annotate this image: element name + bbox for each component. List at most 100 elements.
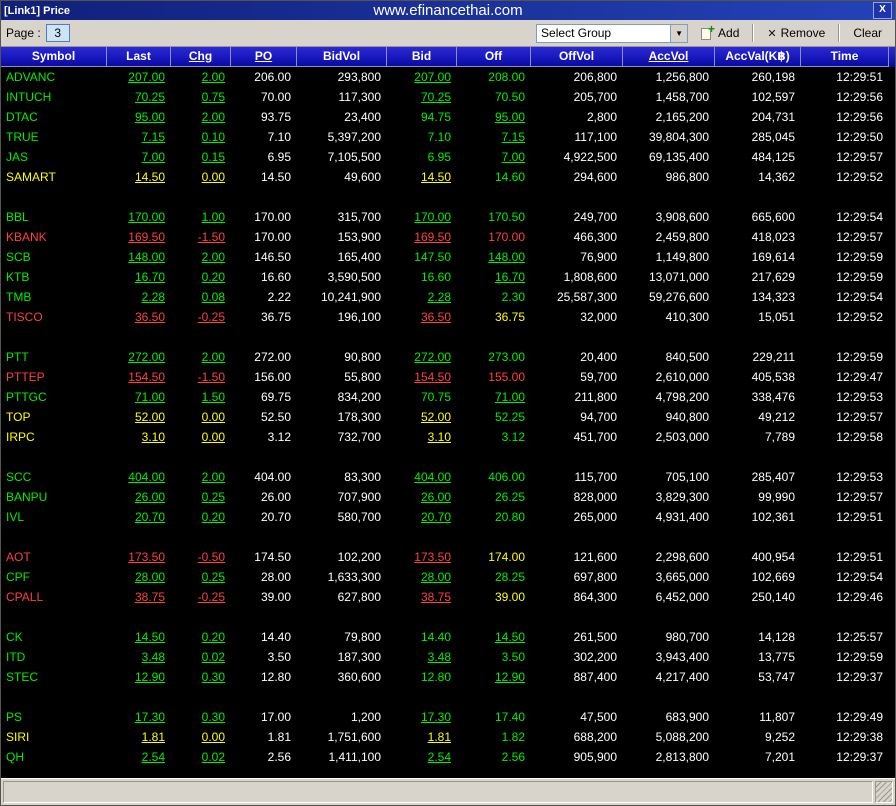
- cell-symbol[interactable]: DTAC: [1, 107, 107, 127]
- cell-last[interactable]: 169.50: [107, 227, 171, 247]
- page-number-input[interactable]: 3: [45, 24, 70, 42]
- resize-grip[interactable]: [875, 781, 893, 803]
- cell-symbol[interactable]: TMB: [1, 287, 107, 307]
- cell-off[interactable]: 36.75: [457, 307, 531, 327]
- cell-last[interactable]: 20.70: [107, 507, 171, 527]
- cell-off[interactable]: 14.50: [457, 627, 531, 647]
- cell-bid[interactable]: 170.00: [387, 207, 457, 227]
- cell-bid[interactable]: 14.40: [387, 627, 457, 647]
- cell-chg[interactable]: 0.00: [171, 427, 231, 447]
- cell-off[interactable]: 148.00: [457, 247, 531, 267]
- column-header-bidvol[interactable]: BidVol: [297, 47, 387, 67]
- cell-bid[interactable]: 12.80: [387, 667, 457, 687]
- cell-symbol[interactable]: SIRI: [1, 727, 107, 747]
- cell-bid[interactable]: 272.00: [387, 347, 457, 367]
- cell-bid[interactable]: 147.50: [387, 247, 457, 267]
- cell-symbol[interactable]: ADVANC: [1, 67, 107, 87]
- cell-symbol[interactable]: STEC: [1, 667, 107, 687]
- cell-last[interactable]: 148.00: [107, 247, 171, 267]
- cell-symbol[interactable]: ITD: [1, 647, 107, 667]
- chevron-down-icon[interactable]: ▼: [670, 24, 688, 42]
- add-button[interactable]: Add: [693, 22, 747, 44]
- column-header-po[interactable]: PO: [231, 47, 297, 67]
- cell-bid[interactable]: 207.00: [387, 67, 457, 87]
- cell-bid[interactable]: 1.81: [387, 727, 457, 747]
- cell-symbol[interactable]: TISCO: [1, 307, 107, 327]
- cell-last[interactable]: 17.30: [107, 707, 171, 727]
- cell-off[interactable]: 3.12: [457, 427, 531, 447]
- cell-last[interactable]: 3.10: [107, 427, 171, 447]
- cell-last[interactable]: 170.00: [107, 207, 171, 227]
- cell-chg[interactable]: 0.00: [171, 167, 231, 187]
- column-header-last[interactable]: Last: [107, 47, 171, 67]
- cell-chg[interactable]: 0.10: [171, 127, 231, 147]
- cell-symbol[interactable]: PS: [1, 707, 107, 727]
- cell-off[interactable]: 16.70: [457, 267, 531, 287]
- cell-chg[interactable]: 0.08: [171, 287, 231, 307]
- cell-last[interactable]: 14.50: [107, 627, 171, 647]
- cell-symbol[interactable]: BANPU: [1, 487, 107, 507]
- cell-bid[interactable]: 70.25: [387, 87, 457, 107]
- cell-last[interactable]: 28.00: [107, 567, 171, 587]
- cell-bid[interactable]: 2.54: [387, 747, 457, 767]
- cell-off[interactable]: 95.00: [457, 107, 531, 127]
- cell-chg[interactable]: 0.25: [171, 567, 231, 587]
- cell-off[interactable]: 28.25: [457, 567, 531, 587]
- cell-bid[interactable]: 7.10: [387, 127, 457, 147]
- cell-symbol[interactable]: KBANK: [1, 227, 107, 247]
- cell-off[interactable]: 1.82: [457, 727, 531, 747]
- cell-chg[interactable]: 0.00: [171, 727, 231, 747]
- column-header-bid[interactable]: Bid: [387, 47, 457, 67]
- remove-button[interactable]: ✕ Remove: [759, 22, 833, 44]
- cell-last[interactable]: 7.00: [107, 147, 171, 167]
- cell-chg[interactable]: -0.25: [171, 307, 231, 327]
- cell-chg[interactable]: 0.30: [171, 707, 231, 727]
- cell-last[interactable]: 173.50: [107, 547, 171, 567]
- cell-off[interactable]: 2.30: [457, 287, 531, 307]
- cell-last[interactable]: 404.00: [107, 467, 171, 487]
- cell-symbol[interactable]: CPF: [1, 567, 107, 587]
- cell-chg[interactable]: -1.50: [171, 227, 231, 247]
- cell-last[interactable]: 26.00: [107, 487, 171, 507]
- cell-chg[interactable]: 2.00: [171, 347, 231, 367]
- cell-off[interactable]: 174.00: [457, 547, 531, 567]
- cell-chg[interactable]: -0.50: [171, 547, 231, 567]
- column-header-offvol[interactable]: OffVol: [531, 47, 623, 67]
- cell-bid[interactable]: 94.75: [387, 107, 457, 127]
- cell-bid[interactable]: 70.75: [387, 387, 457, 407]
- cell-symbol[interactable]: SAMART: [1, 167, 107, 187]
- cell-bid[interactable]: 36.50: [387, 307, 457, 327]
- cell-symbol[interactable]: SCB: [1, 247, 107, 267]
- cell-off[interactable]: 14.60: [457, 167, 531, 187]
- cell-bid[interactable]: 14.50: [387, 167, 457, 187]
- cell-last[interactable]: 38.75: [107, 587, 171, 607]
- cell-bid[interactable]: 3.10: [387, 427, 457, 447]
- cell-off[interactable]: 12.90: [457, 667, 531, 687]
- cell-bid[interactable]: 404.00: [387, 467, 457, 487]
- cell-symbol[interactable]: QH: [1, 747, 107, 767]
- column-header-accvalk[interactable]: AccVal(K฿): [715, 47, 801, 67]
- cell-last[interactable]: 71.00: [107, 387, 171, 407]
- cell-bid[interactable]: 173.50: [387, 547, 457, 567]
- cell-off[interactable]: 7.00: [457, 147, 531, 167]
- cell-chg[interactable]: 0.02: [171, 747, 231, 767]
- cell-chg[interactable]: 0.30: [171, 667, 231, 687]
- cell-last[interactable]: 2.28: [107, 287, 171, 307]
- cell-bid[interactable]: 154.50: [387, 367, 457, 387]
- cell-off[interactable]: 273.00: [457, 347, 531, 367]
- cell-last[interactable]: 52.00: [107, 407, 171, 427]
- cell-off[interactable]: 17.40: [457, 707, 531, 727]
- cell-off[interactable]: 70.50: [457, 87, 531, 107]
- cell-symbol[interactable]: IVL: [1, 507, 107, 527]
- cell-last[interactable]: 272.00: [107, 347, 171, 367]
- cell-bid[interactable]: 26.00: [387, 487, 457, 507]
- cell-symbol[interactable]: PTTGC: [1, 387, 107, 407]
- cell-bid[interactable]: 169.50: [387, 227, 457, 247]
- cell-chg[interactable]: 0.02: [171, 647, 231, 667]
- cell-last[interactable]: 36.50: [107, 307, 171, 327]
- cell-symbol[interactable]: PTTEP: [1, 367, 107, 387]
- cell-symbol[interactable]: CPALL: [1, 587, 107, 607]
- cell-bid[interactable]: 2.28: [387, 287, 457, 307]
- cell-bid[interactable]: 52.00: [387, 407, 457, 427]
- cell-off[interactable]: 155.00: [457, 367, 531, 387]
